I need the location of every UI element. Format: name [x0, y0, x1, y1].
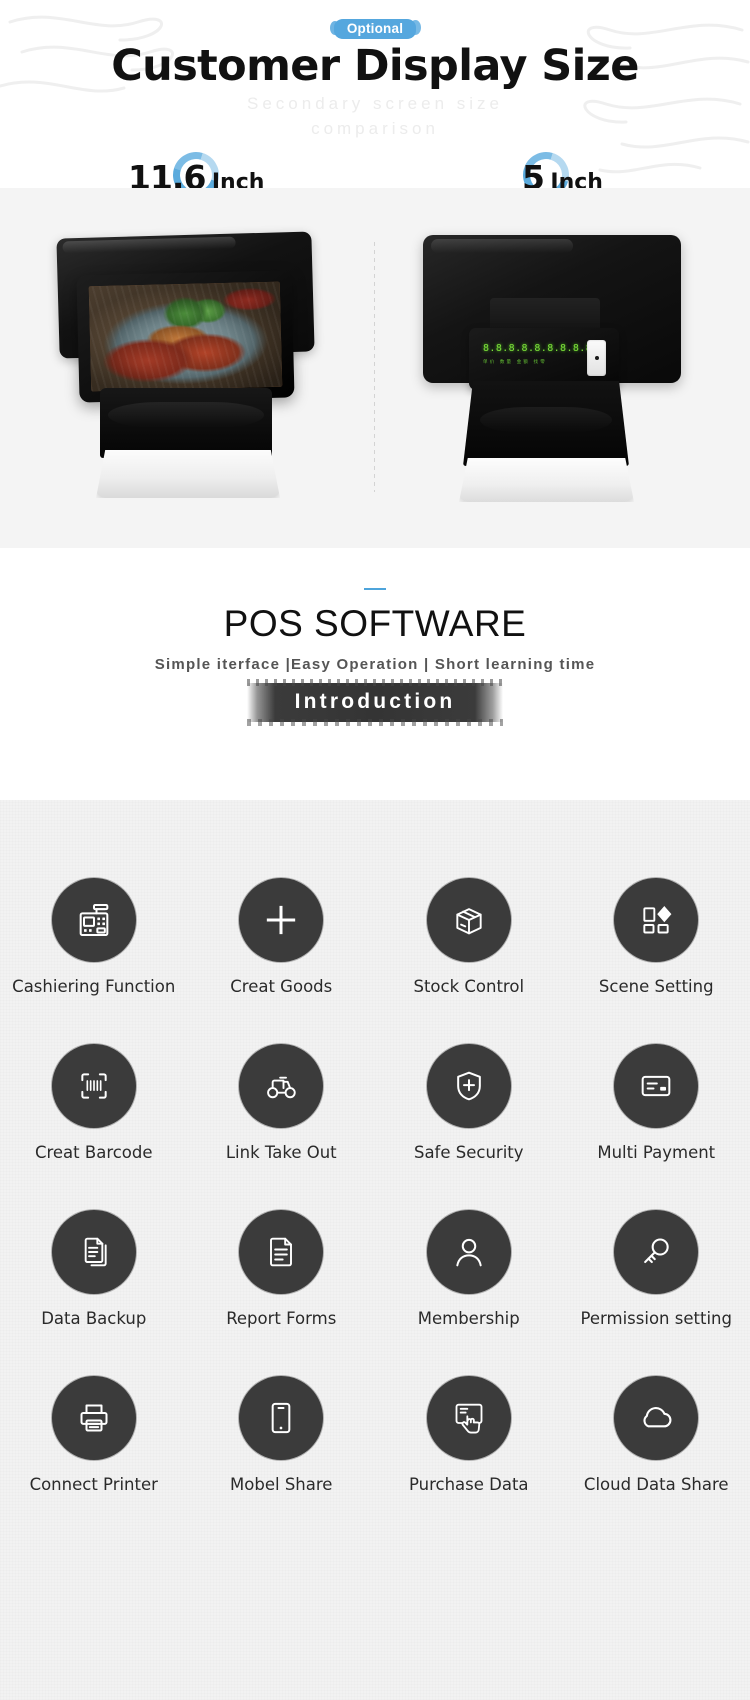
- feature-item[interactable]: Membership: [375, 1207, 563, 1376]
- feature-item[interactable]: Safe Security: [375, 1041, 563, 1210]
- size-labels-row: 11.6 Inch 5 Inch: [0, 143, 750, 188]
- software-intro-section: POS SOFTWARE Simple iterface |Easy Opera…: [0, 548, 750, 800]
- introduction-label: Introduction: [294, 690, 456, 713]
- size-label-right: 5 Inch: [514, 143, 603, 188]
- printer-icon: [48, 1373, 139, 1463]
- pos-rear-bracket: [490, 298, 600, 330]
- key-search-icon: [611, 1207, 702, 1297]
- pos-customer-display-11-6: [76, 270, 295, 403]
- feature-label: Mobel Share: [230, 1475, 333, 1494]
- software-title: POS SOFTWARE: [223, 603, 527, 644]
- feature-label: Permission setting: [580, 1309, 732, 1328]
- watermark-line-1: Secondary screen size: [247, 94, 503, 113]
- feature-item[interactable]: Report Forms: [188, 1207, 376, 1376]
- led-display: 8.8.8.8.8.8.8.8.8. 单价 数量 金额 找零: [483, 343, 599, 374]
- power-button[interactable]: [587, 340, 606, 376]
- food-photo: [88, 281, 283, 392]
- feature-label: Report Forms: [226, 1309, 337, 1328]
- size-label-left: 11.6 Inch: [128, 143, 265, 188]
- led-sub-labels: 单价 数量 金额 找零: [483, 359, 547, 364]
- barcode-scan-icon: [48, 1041, 139, 1131]
- pos-stand-neck: [100, 388, 272, 458]
- feature-item[interactable]: Data Backup: [0, 1207, 188, 1376]
- product-comparison-band: 8.8.8.8.8.8.8.8.8. 单价 数量 金额 找零: [0, 188, 750, 548]
- box-icon: [423, 875, 514, 965]
- feature-label: Data Backup: [41, 1309, 147, 1328]
- feature-label: Cashiering Function: [12, 977, 176, 996]
- shapes-icon: [611, 875, 702, 965]
- led-digits: 8.8.8.8.8.8.8.8.8.: [483, 343, 599, 354]
- feature-label: Membership: [417, 1309, 520, 1328]
- feature-item[interactable]: Link Take Out: [188, 1041, 376, 1210]
- feature-label: Connect Printer: [29, 1475, 158, 1494]
- features-section: Cashiering Function Creat Goods Stock Co…: [0, 800, 750, 1700]
- report-icon: [236, 1207, 327, 1297]
- accent-dash: [364, 588, 386, 590]
- customer-display-screen: [88, 281, 283, 392]
- tap-hand-icon: [423, 1373, 514, 1463]
- feature-label: Creat Goods: [230, 977, 333, 996]
- feature-item[interactable]: Multi Payment: [563, 1041, 750, 1210]
- documents-icon: [48, 1207, 139, 1297]
- feature-label: Creat Barcode: [34, 1143, 153, 1162]
- pos-stand-base: [96, 450, 280, 498]
- pos-customer-display-5: 8.8.8.8.8.8.8.8.8. 单价 数量 金额 找零: [469, 328, 619, 390]
- plus-icon: [236, 875, 327, 965]
- feature-label: Link Take Out: [225, 1143, 337, 1162]
- feature-label: Safe Security: [413, 1143, 524, 1162]
- page-header: Optional Customer Display Size Secondary…: [0, 0, 750, 188]
- feature-item[interactable]: Cashiering Function: [0, 875, 188, 1044]
- mobile-icon: [236, 1373, 327, 1463]
- watermark-text: Secondary screen size comparison: [0, 92, 750, 141]
- shield-plus-icon: [423, 1041, 514, 1131]
- feature-item[interactable]: Stock Control: [375, 875, 563, 1044]
- features-grid: Cashiering Function Creat Goods Stock Co…: [0, 875, 750, 1542]
- feature-item[interactable]: Cloud Data Share: [563, 1373, 750, 1542]
- feature-label: Purchase Data: [408, 1475, 529, 1494]
- feature-item[interactable]: Mobel Share: [188, 1373, 376, 1542]
- feature-item[interactable]: Connect Printer: [0, 1373, 188, 1542]
- watermark-line-2: comparison: [311, 118, 439, 138]
- feature-item[interactable]: Permission setting: [563, 1207, 750, 1376]
- size-left-unit: Inch: [211, 170, 265, 188]
- feature-item[interactable]: Scene Setting: [563, 875, 750, 1044]
- feature-label: Scene Setting: [598, 977, 714, 996]
- software-tagline: Simple iterface |Easy Operation | Short …: [154, 656, 596, 673]
- product-image-5-inch: 8.8.8.8.8.8.8.8.8. 单价 数量 金额 找零: [375, 188, 750, 548]
- size-right-number: 5: [522, 158, 545, 188]
- user-icon: [423, 1207, 514, 1297]
- cash-register-icon: [48, 875, 139, 965]
- introduction-banner: Introduction: [246, 679, 504, 726]
- optional-badge: Optional: [329, 19, 422, 39]
- introduction-banner-wrap: Introduction: [0, 679, 750, 726]
- cloud-icon: [611, 1373, 702, 1463]
- feature-label: Multi Payment: [597, 1143, 716, 1162]
- credit-card-icon: [611, 1041, 702, 1131]
- size-left-number: 11.6: [128, 158, 206, 188]
- product-image-11-6-inch: [0, 188, 375, 548]
- scooter-icon: [236, 1041, 327, 1131]
- size-right-unit: Inch: [550, 170, 603, 188]
- pos-stand-base: [459, 458, 634, 502]
- feature-label: Stock Control: [413, 977, 525, 996]
- pos-stand-neck: [463, 381, 629, 466]
- page-title: Customer Display Size: [111, 41, 639, 91]
- feature-item[interactable]: Creat Barcode: [0, 1041, 188, 1210]
- feature-item[interactable]: Purchase Data: [375, 1373, 563, 1542]
- feature-item[interactable]: Creat Goods: [188, 875, 376, 1044]
- feature-label: Cloud Data Share: [583, 1475, 729, 1494]
